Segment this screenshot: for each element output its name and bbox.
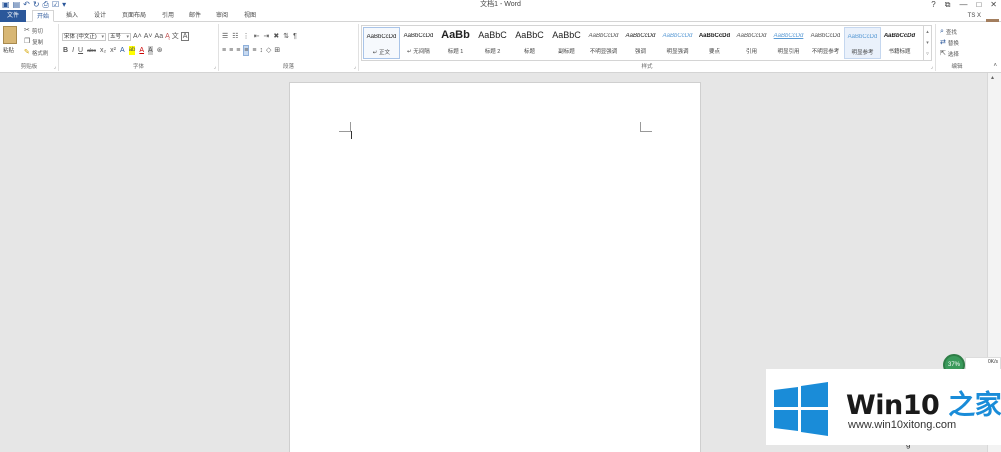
watermark-url: www.win10xitong.com [848, 419, 957, 431]
font-size-select[interactable]: 五号 ▾ [108, 32, 131, 41]
help-button[interactable]: ? [931, 0, 935, 9]
align-right-icon[interactable]: ≡ [236, 46, 240, 55]
scroll-up-icon[interactable]: ▴ [991, 74, 994, 81]
tab-view[interactable]: 视图 [240, 10, 260, 22]
margin-marker-top-left [339, 122, 351, 132]
tab-references[interactable]: 引用 [158, 10, 178, 22]
replace-button[interactable]: ⇄ 替换 [940, 38, 959, 47]
shading-icon[interactable]: ◇ [266, 46, 271, 55]
cut-button[interactable]: ✂ 剪切 [24, 26, 43, 35]
paragraph-group: ☰ ☷ ⋮ ⇤ ⇥ ✖ ⇅ ¶ ≡ ≡ ≡ ≡ ≡ ↕ ◇ ⊞ 段落 ⌟ [219, 24, 359, 71]
ribbon-tabs: 文件 开始 插入 设计 页面布局 引用 邮件 审阅 视图 TS X [0, 9, 1001, 31]
sort-icon[interactable]: ⇅ [283, 32, 289, 41]
styles-group: 样式 ⌟ [359, 24, 936, 71]
strikethrough-icon[interactable]: abc [87, 48, 96, 54]
font-label: 字体 [132, 64, 144, 70]
bullets-icon[interactable]: ☰ [222, 32, 228, 41]
superscript-icon[interactable]: x² [110, 46, 116, 55]
copy-button[interactable]: ❐ 复制 [24, 37, 43, 46]
find-button[interactable]: ⌕ 查找 [940, 27, 957, 36]
ribbon-display-button[interactable]: ⧉ [945, 0, 951, 9]
char-border-icon[interactable]: A [180, 32, 190, 41]
font-name-select[interactable]: 宋体 (中文正) ▾ [62, 32, 106, 41]
styles-label: 样式 [641, 64, 653, 70]
tab-home[interactable]: 开始 [32, 10, 55, 22]
minimize-button[interactable]: — [959, 0, 967, 9]
tab-mailings[interactable]: 邮件 [185, 10, 205, 22]
clipboard-label: 剪贴板 [20, 64, 38, 70]
font-color-icon[interactable]: A [139, 46, 144, 55]
bold-icon[interactable]: B [63, 46, 68, 55]
scissors-icon: ✂ [24, 27, 30, 34]
multilevel-list-icon[interactable]: ⋮ [243, 32, 250, 41]
italic-icon[interactable]: I [72, 46, 74, 55]
enclose-char-icon[interactable]: ⊛ [157, 46, 163, 55]
paste-button[interactable]: 粘贴 [3, 46, 14, 54]
borders-icon[interactable]: ⊞ [274, 46, 280, 55]
line-spacing-icon[interactable]: ↕ [259, 46, 263, 55]
font-group: 宋体 (中文正) ▾ 五号 ▾ A˄ A˅ Aa Ą 文 A B I U abc x… [59, 24, 219, 71]
numbering-icon[interactable]: ☷ [232, 32, 238, 41]
tab-layout[interactable]: 页面布局 [118, 10, 150, 22]
editing-group: ⌕ 查找 ⇄ 替换 ⇱ 选择 编辑 [936, 24, 978, 71]
title-bar: ▣ ▤ ↶ ↻ ⎙ ☑ ▾ 文档1 - Word ? ⧉ — □ ✕ [0, 0, 1001, 9]
show-marks-icon[interactable]: ¶ [293, 32, 297, 41]
align-center-icon[interactable]: ≡ [229, 46, 233, 55]
binoculars-icon: ⌕ [940, 28, 944, 35]
underline-icon[interactable]: U [78, 46, 83, 55]
margin-marker-top-right [640, 122, 652, 132]
change-case-icon[interactable]: Aa [155, 32, 164, 41]
font-launcher-icon[interactable]: ⌟ [214, 64, 216, 70]
phonetic-guide-icon[interactable]: 文 [172, 32, 179, 41]
select-button[interactable]: ⇱ 选择 [940, 49, 959, 58]
clipboard-launcher-icon[interactable]: ⌟ [54, 64, 56, 70]
cursor-icon: ⇱ [940, 50, 946, 57]
replace-icon: ⇄ [940, 39, 946, 46]
text-cursor [351, 131, 352, 139]
windows-logo-icon [774, 382, 828, 436]
collapse-ribbon-icon[interactable]: ˄ [993, 62, 997, 71]
tab-design[interactable]: 设计 [90, 10, 110, 22]
styles-launcher-icon[interactable]: ⌟ [931, 64, 933, 70]
brush-icon: ✎ [24, 49, 30, 56]
distributed-icon[interactable]: ≡ [252, 46, 256, 55]
decrease-indent-icon[interactable]: ⇤ [254, 32, 260, 41]
subscript-icon[interactable]: x₂ [100, 46, 106, 55]
copy-icon: ❐ [24, 38, 31, 45]
ribbon: 粘贴 ✂ 剪切 ❐ 复制 ✎ 格式刷 剪贴板 ⌟ 宋体 (中文正) ▾ 五号 ▾ A… [0, 22, 1001, 73]
text-effects-icon[interactable]: A [120, 46, 125, 55]
watermark-title: Win10 之家 [846, 390, 1001, 421]
align-left-icon[interactable]: ≡ [222, 46, 226, 55]
shrink-font-icon[interactable]: A˅ [144, 32, 153, 41]
grow-font-icon[interactable]: A˄ [133, 32, 142, 41]
clear-format-icon[interactable]: Ą [165, 32, 170, 41]
window-controls: ? ⧉ — □ ✕ [931, 0, 997, 9]
tab-review[interactable]: 审阅 [212, 10, 232, 22]
paste-icon[interactable] [3, 26, 17, 44]
format-painter-button[interactable]: ✎ 格式刷 [24, 48, 48, 57]
justify-icon[interactable]: ≡ [243, 45, 250, 56]
highlight-icon[interactable]: ab [128, 46, 136, 55]
maximize-button[interactable]: □ [976, 0, 981, 9]
watermark: Win10 之家 www.win10xitong.com [766, 369, 1001, 445]
close-button[interactable]: ✕ [990, 0, 997, 9]
clipboard-group: 粘贴 ✂ 剪切 ❐ 复制 ✎ 格式刷 剪贴板 ⌟ [0, 24, 59, 71]
paragraph-label: 段落 [282, 64, 294, 70]
tab-file[interactable]: 文件 [0, 10, 27, 22]
document-title: 文档1 - Word [480, 1, 521, 8]
paragraph-launcher-icon[interactable]: ⌟ [354, 64, 356, 70]
tab-insert[interactable]: 插入 [62, 10, 82, 22]
increase-indent-icon[interactable]: ⇥ [263, 32, 269, 41]
document-page[interactable] [289, 82, 701, 452]
chinese-layout-icon[interactable]: ✖ [273, 32, 279, 41]
user-name[interactable]: TS X [968, 10, 981, 22]
char-shading-icon[interactable]: A [148, 46, 153, 55]
editing-label: 编辑 [951, 64, 963, 70]
